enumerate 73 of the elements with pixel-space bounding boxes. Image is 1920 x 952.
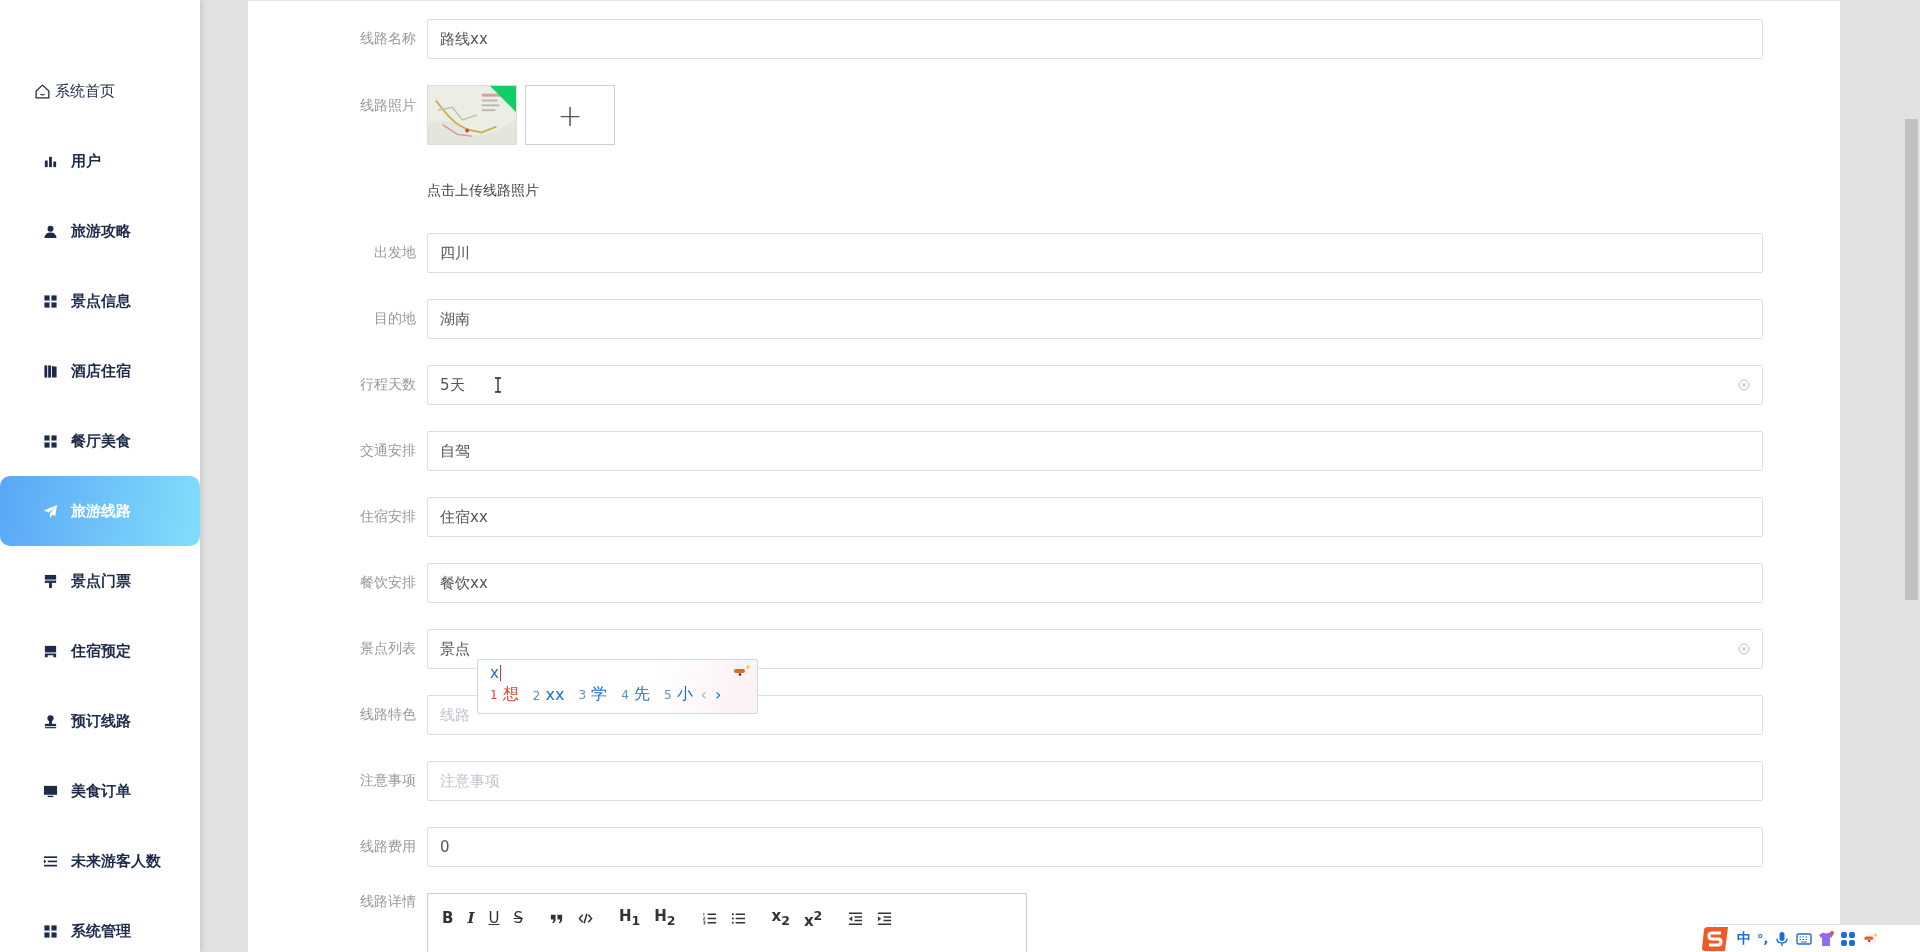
sidebar-item[interactable]: 餐厅美食 [0, 406, 200, 476]
sidebar-item[interactable]: 酒店住宿 [0, 336, 200, 406]
text-cursor-icon [494, 377, 502, 393]
input-field[interactable]: 住宿xx [427, 497, 1763, 537]
scrollbar-thumb[interactable] [1905, 119, 1918, 600]
input-mode-toggle[interactable]: 中 [1737, 929, 1751, 948]
sidebar-item[interactable]: 系统首页 [0, 56, 200, 126]
input-field[interactable]: 餐饮xx [427, 563, 1763, 603]
input-field[interactable]: 5天 [427, 365, 1763, 405]
field-label: 目的地 [373, 310, 417, 328]
field-label: 行程天数 [359, 376, 417, 394]
rich-text-editor[interactable]: B I U S H$_{1}$ H$_{2}$ x$_{2}$ x$^{2}$ [427, 893, 1027, 952]
list-icon [43, 853, 58, 869]
sidebar-item[interactable]: 景点门票 [0, 546, 200, 616]
input-field[interactable]: 0 [427, 827, 1763, 867]
sidebar-item[interactable]: 美食订单 [0, 756, 200, 826]
add-photo-button[interactable]: + [525, 85, 615, 145]
mascot-icon [731, 664, 751, 680]
field-label: 景点列表 [359, 640, 417, 658]
field-label: 线路详情 [359, 893, 417, 911]
ime-composition: x [490, 665, 501, 681]
paper-plane-icon [43, 503, 58, 519]
punctuation-toggle[interactable]: °, [1757, 931, 1769, 946]
sidebar-item[interactable]: 预订线路 [0, 686, 200, 756]
home-icon [34, 82, 51, 100]
stamp-icon [43, 713, 58, 729]
heading-button[interactable]: H$_{2}$ [654, 906, 676, 930]
field-label: 住宿安排 [359, 508, 417, 526]
books-icon [43, 363, 58, 379]
monitor-icon [43, 783, 58, 799]
input-field[interactable]: 路线xx [427, 19, 1763, 59]
field-label: 出发地 [373, 244, 417, 262]
underline-button[interactable]: U [488, 909, 500, 927]
ordered-list-icon[interactable] [701, 910, 717, 926]
script-button[interactable]: x$_{2}$ [771, 906, 790, 930]
sidebar-item[interactable]: 景点信息 [0, 266, 200, 336]
user-icon [43, 223, 58, 239]
microphone-icon[interactable] [1774, 930, 1791, 947]
sidebar-item[interactable]: 住宿预定 [0, 616, 200, 686]
grid-icon[interactable] [1840, 930, 1857, 947]
brush-icon [43, 573, 58, 589]
mascot-icon[interactable] [1862, 930, 1879, 947]
field-label: 餐饮安排 [359, 574, 417, 592]
sidebar-item[interactable]: 系统管理 [0, 896, 200, 952]
upload-hint: 点击上传线路照片 [427, 182, 539, 200]
field-label: 线路特色 [359, 706, 417, 724]
field-label: 线路名称 [359, 30, 417, 48]
shirt-icon[interactable] [1818, 930, 1835, 947]
input-method-logo-icon[interactable] [1701, 925, 1731, 952]
heading-button[interactable]: H$_{1}$ [619, 906, 641, 930]
field-label: 线路费用 [359, 838, 417, 856]
grid-icon [43, 923, 58, 939]
input-field[interactable]: 四川 [427, 233, 1763, 273]
field-label: 注意事项 [359, 772, 417, 790]
input-field[interactable]: 湖南 [427, 299, 1763, 339]
grid-icon [43, 433, 58, 449]
sidebar-item[interactable]: 未来游客人数 [0, 826, 200, 896]
field-label: 线路照片 [359, 96, 417, 115]
success-corner-icon [490, 86, 516, 112]
script-button[interactable]: x$^{2}$ [803, 906, 823, 930]
bold-button[interactable]: B [442, 909, 454, 927]
indent-icon[interactable] [877, 910, 893, 926]
sidebar-item[interactable]: 用户 [0, 126, 200, 196]
field-label: 交通安排 [359, 442, 417, 460]
strike-button[interactable]: S [513, 909, 523, 927]
keyboard-icon[interactable] [1796, 930, 1813, 947]
italic-button[interactable]: I [467, 909, 475, 927]
store-icon [43, 643, 58, 659]
outdent-icon[interactable] [848, 910, 864, 926]
sidebar-item[interactable]: 旅游攻略 [0, 196, 200, 266]
grid-icon [43, 293, 58, 309]
input-field[interactable]: 自驾 [427, 431, 1763, 471]
bullet-list-icon[interactable] [730, 910, 746, 926]
